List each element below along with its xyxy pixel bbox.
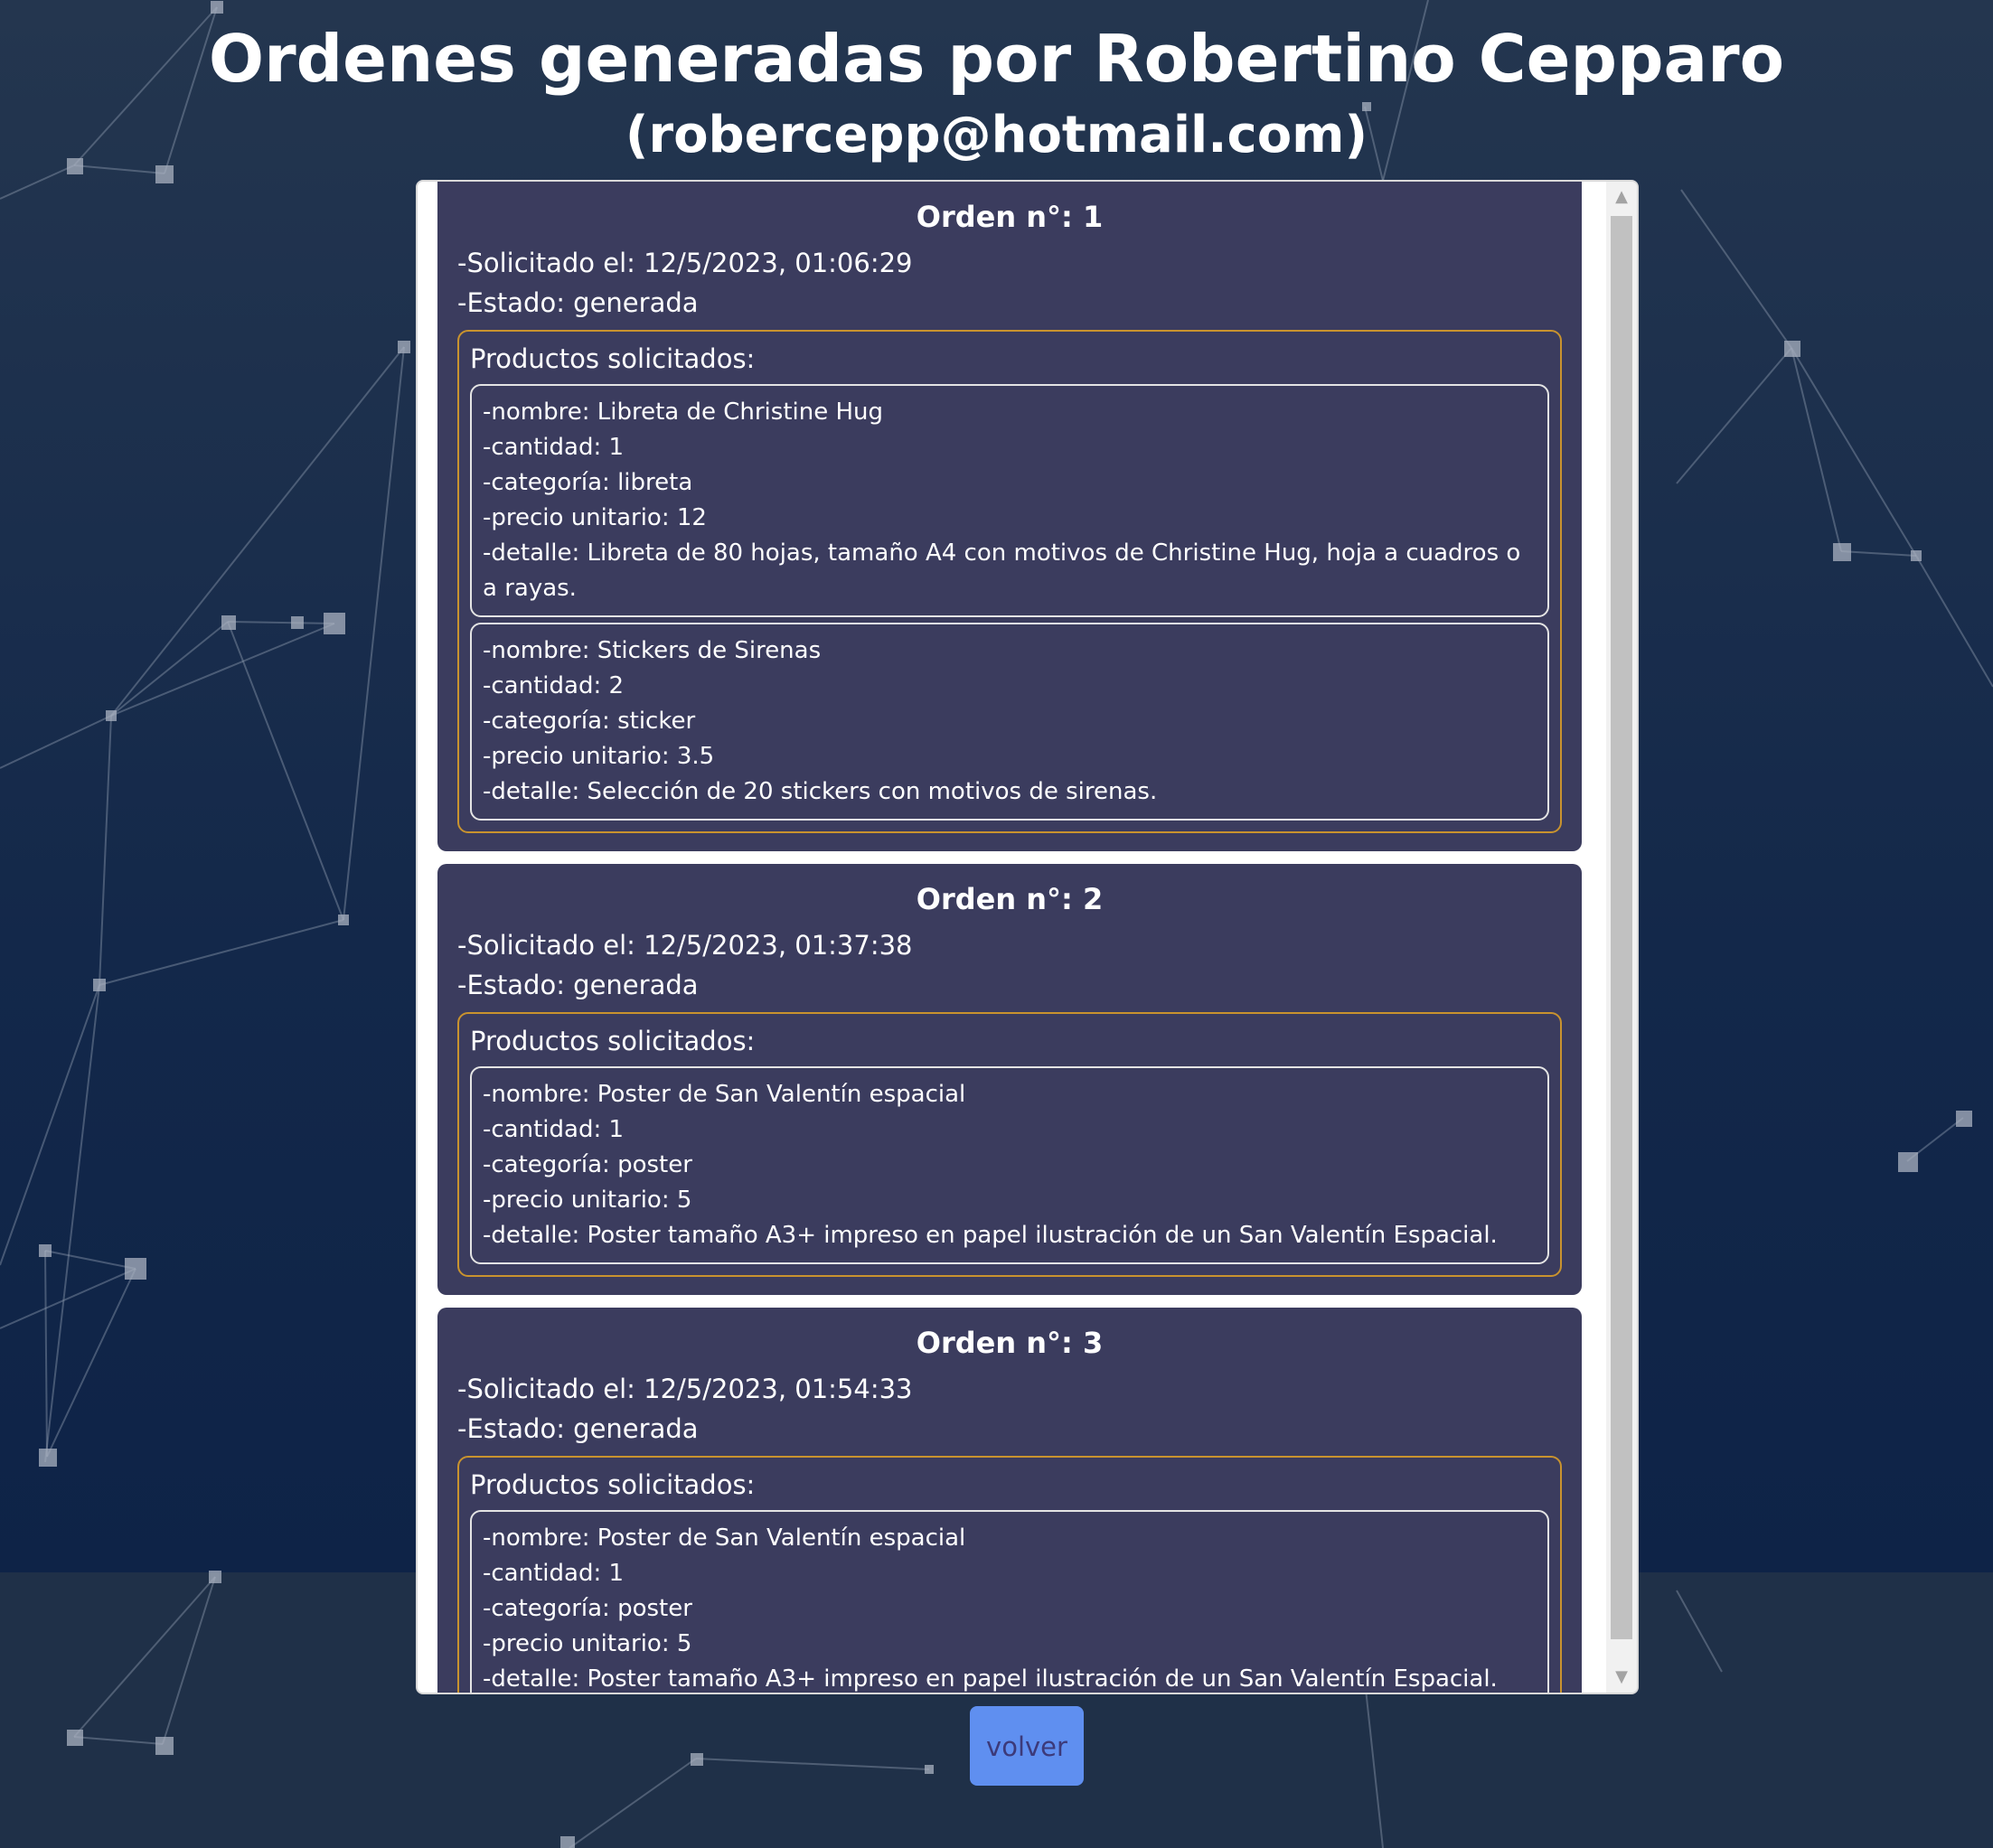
product-detail: -detalle: Selección de 20 stickers con m…: [483, 778, 1158, 805]
order-status: -Estado: generada: [457, 1413, 699, 1444]
product-quantity: -cantidad: 1: [483, 1116, 625, 1143]
scroll-down-arrow-icon[interactable]: ▼: [1606, 1662, 1637, 1693]
product-name: -nombre: Poster de San Valentín espacial: [483, 1081, 966, 1108]
product-category: -categoría: poster: [483, 1151, 692, 1178]
scrollbar-thumb[interactable]: [1611, 216, 1632, 1639]
product-quantity: -cantidad: 1: [483, 434, 625, 461]
order-title: Orden n°: 2: [916, 882, 1104, 916]
order-requested-date: -Solicitado el: 12/5/2023, 01:37:38: [457, 930, 913, 961]
products-box: Productos solicitados: -nombre: Libreta …: [457, 330, 1562, 833]
volver-button[interactable]: volver: [970, 1706, 1084, 1786]
product-item: -nombre: Stickers de Sirenas -cantidad: …: [470, 623, 1549, 821]
order-card: Orden n°: 1 -Solicitado el: 12/5/2023, 0…: [437, 182, 1582, 851]
order-card: Orden n°: 3 -Solicitado el: 12/5/2023, 0…: [437, 1308, 1582, 1693]
order-requested-date: -Solicitado el: 12/5/2023, 01:54:33: [457, 1374, 913, 1404]
products-title: Productos solicitados:: [470, 343, 756, 374]
product-unit-price: -precio unitario: 5: [483, 1187, 692, 1214]
product-unit-price: -precio unitario: 3.5: [483, 743, 715, 770]
product-unit-price: -precio unitario: 5: [483, 1630, 692, 1657]
product-name: -nombre: Stickers de Sirenas: [483, 637, 822, 664]
order-title: Orden n°: 1: [916, 200, 1104, 234]
product-name: -nombre: Poster de San Valentín espacial: [483, 1524, 966, 1552]
product-unit-price: -precio unitario: 12: [483, 504, 707, 531]
order-status: -Estado: generada: [457, 970, 699, 1000]
products-title: Productos solicitados:: [470, 1469, 756, 1500]
order-card: Orden n°: 2 -Solicitado el: 12/5/2023, 0…: [437, 864, 1582, 1295]
page-header: Ordenes generadas por Robertino Cepparo …: [0, 0, 1993, 172]
product-detail: -detalle: Poster tamaño A3+ impreso en p…: [483, 1222, 1498, 1249]
page-title: Ordenes generadas por Robertino Cepparo: [208, 21, 1785, 97]
product-item: -nombre: Libreta de Christine Hug -canti…: [470, 384, 1549, 617]
order-status: -Estado: generada: [457, 287, 699, 318]
user-email: (robercepp@hotmail.com): [625, 106, 1368, 164]
product-name: -nombre: Libreta de Christine Hug: [483, 399, 884, 426]
product-quantity: -cantidad: 1: [483, 1560, 625, 1587]
order-title: Orden n°: 3: [916, 1326, 1104, 1360]
product-category: -categoría: poster: [483, 1595, 692, 1622]
product-item: -nombre: Poster de San Valentín espacial…: [470, 1510, 1549, 1693]
orders-scroll-container[interactable]: Orden n°: 1 -Solicitado el: 12/5/2023, 0…: [416, 180, 1639, 1694]
product-category: -categoría: libreta: [483, 469, 693, 496]
products-box: Productos solicitados: -nombre: Poster d…: [457, 1456, 1562, 1693]
product-detail: -detalle: Poster tamaño A3+ impreso en p…: [483, 1665, 1498, 1693]
scroll-up-arrow-icon[interactable]: ▲: [1606, 182, 1637, 212]
orders-list: Orden n°: 1 -Solicitado el: 12/5/2023, 0…: [437, 182, 1582, 1693]
product-detail: -detalle: Libreta de 80 hojas, tamaño A4…: [483, 539, 1521, 602]
products-title: Productos solicitados:: [470, 1026, 756, 1056]
product-category: -categoría: sticker: [483, 708, 696, 735]
product-item: -nombre: Poster de San Valentín espacial…: [470, 1066, 1549, 1264]
products-box: Productos solicitados: -nombre: Poster d…: [457, 1012, 1562, 1277]
scrollbar[interactable]: ▲ ▼: [1606, 182, 1637, 1693]
order-requested-date: -Solicitado el: 12/5/2023, 01:06:29: [457, 248, 913, 278]
product-quantity: -cantidad: 2: [483, 672, 625, 699]
